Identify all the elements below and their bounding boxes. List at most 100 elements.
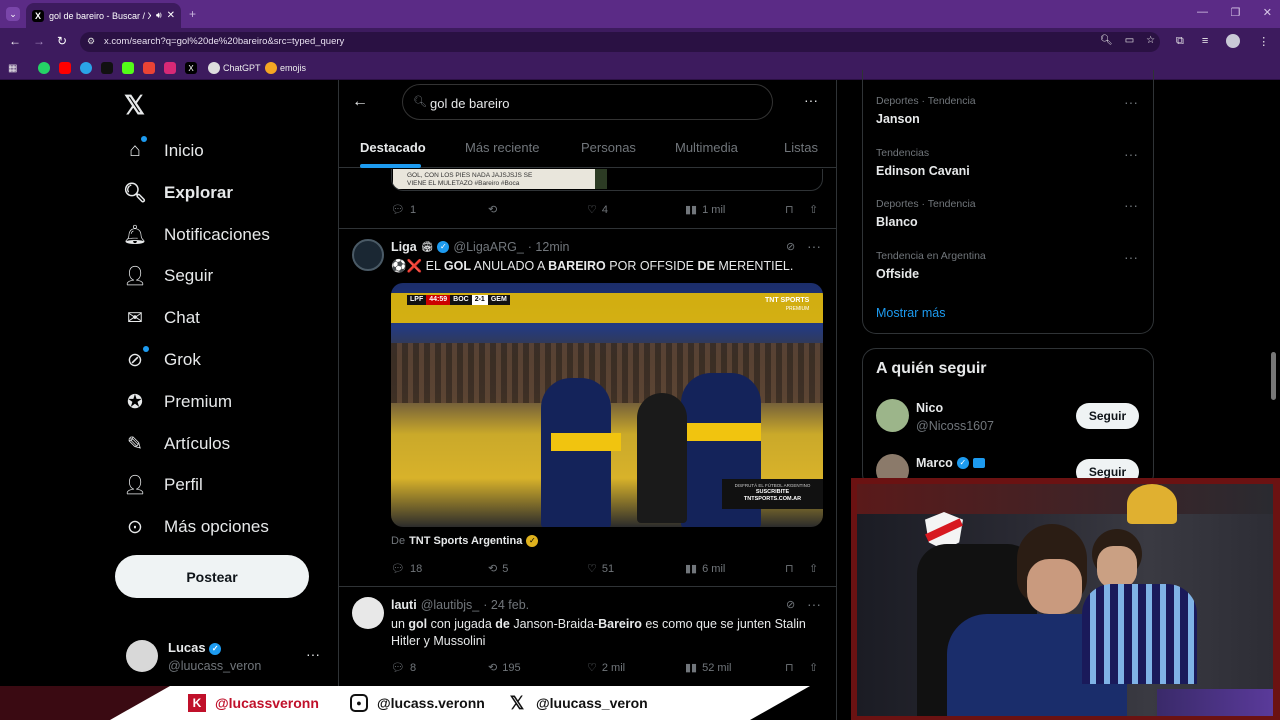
retweet-button[interactable]: ⟲ 5 [488,562,508,576]
cast-icon[interactable]: ▭ [1125,35,1134,46]
browser-tab[interactable]: X gol de bareiro - Buscar / X 🔊︎ ✕ [26,3,181,28]
trend-item[interactable]: Tendencia en Argentina Offside [876,250,986,281]
reading-list-icon[interactable]: ≡ [1202,35,1208,47]
extensions-icon[interactable]: ⧉ [1176,35,1184,48]
bookmark-button[interactable]: ⊓ [785,203,794,216]
tweet-handle[interactable]: @lautibjs_ [421,598,480,612]
post-button[interactable]: Postear [115,555,309,598]
source-link[interactable]: TNT Sports Argentina [409,535,522,547]
tiktok-icon[interactable] [101,62,113,74]
trend-more-icon[interactable]: ··· [1124,94,1138,110]
tweet-author[interactable]: Liga [391,240,417,254]
avatar[interactable] [876,399,909,432]
more-icon[interactable]: ··· [306,646,320,662]
reply-button[interactable]: 💬︎ 8 [391,661,416,675]
audio-icon[interactable]: 🔊︎ [156,10,162,21]
avatar[interactable] [352,239,384,271]
follow-user-name[interactable]: Marco [916,456,953,470]
trend-item[interactable]: Deportes · Tendencia Blanco [876,198,976,229]
forward-icon[interactable]: → [33,34,45,48]
tweet-more-icon[interactable]: ··· [807,238,821,254]
back-icon[interactable]: ← [9,34,21,48]
page-scrollbar[interactable] [1271,352,1276,400]
trend-item[interactable]: Tendencias Edinson Cavani [876,147,970,178]
reply-button[interactable]: 💬︎ 1 [391,203,416,217]
nav-grok[interactable]: ⊘ Grok [124,345,201,375]
browser-menu-icon[interactable]: ⋮ [1258,35,1269,48]
retweet-button[interactable]: ⟲ [488,203,497,216]
back-arrow-icon[interactable]: ← [352,93,368,111]
nav-profile[interactable]: 👤︎ Perfil [123,470,203,500]
bookmark-emojis[interactable]: emojis [265,60,306,76]
nav-more[interactable]: ⊙ Más opciones [124,512,269,542]
reload-icon[interactable]: ↻ [57,34,67,48]
prev-tweet-media[interactable]: GOL, CON LOS PIES NADA JAJSJSJS SE VIENE… [391,169,823,191]
tweet-time[interactable]: · 24 feb. [483,598,529,612]
like-button[interactable]: ♡ 51 [587,562,614,576]
nav-premium[interactable]: ✪ Premium [124,387,232,417]
nav-notifications[interactable]: 🔔︎ Notificaciones [123,220,270,250]
youtube-icon[interactable] [59,62,71,74]
tab-destacado[interactable]: Destacado [360,140,426,155]
trend-more-icon[interactable]: ··· [1124,197,1138,213]
tweet-more-icon[interactable]: ··· [807,596,821,612]
x-bookmark-icon[interactable]: X [185,62,197,74]
follow-user-name[interactable]: Nico [916,401,943,415]
whatsapp-icon[interactable] [38,62,50,74]
minimize-icon[interactable]: — [1197,6,1208,19]
tab-mas-reciente[interactable]: Más reciente [465,140,539,155]
new-tab-icon[interactable]: + [189,7,196,21]
retweet-button[interactable]: ⟲ 195 [488,661,521,675]
tab-listas[interactable]: Listas [784,140,818,155]
tab-multimedia[interactable]: Multimedia [675,140,738,155]
like-button[interactable]: ♡ 4 [587,203,608,217]
nav-articles[interactable]: ✎ Artículos [124,429,230,459]
grok-analyze-icon[interactable]: ⊘ [786,598,795,611]
avatar[interactable] [352,597,384,629]
tab-close-icon[interactable]: ✕ [167,10,175,21]
nav-follow[interactable]: 👤︎ Seguir [123,261,213,291]
share-button[interactable]: ⇧ [809,562,818,575]
trend-item[interactable]: Deportes · Tendencia Janson [876,95,976,126]
nav-chat[interactable]: ✉ Chat [124,303,200,333]
site-info-icon[interactable]: ⚙ [87,36,95,47]
tweet-handle[interactable]: @LigaARG_ [453,240,523,254]
tab-personas[interactable]: Personas [581,140,636,155]
zoom-icon[interactable]: 🔍︎ [1100,35,1113,46]
views-button[interactable]: ▮▮ 1 mil [685,203,725,217]
bookmark-chatgpt[interactable]: ChatGPT [208,60,261,76]
window-close-icon[interactable]: ✕ [1263,6,1272,19]
bookmark-star-icon[interactable]: ☆ [1146,35,1155,46]
bookmark-button[interactable]: ⊓ [785,661,794,674]
tab-search-icon[interactable]: ⌄ [6,7,20,21]
grok-analyze-icon[interactable]: ⊘ [786,240,795,253]
instagram-bookmark-icon[interactable] [164,62,176,74]
trend-more-icon[interactable]: ··· [1124,249,1138,265]
tweet-time[interactable]: · 12min [528,240,570,254]
search-input[interactable]: gol de bareiro [402,84,773,120]
maximize-icon[interactable]: ❐ [1230,6,1240,19]
profile-avatar[interactable] [1226,34,1241,48]
tweet-author[interactable]: lauti [391,598,417,612]
bookmark-button[interactable]: ⊓ [785,562,794,575]
address-bar[interactable]: x.com/search?q=gol%20de%20bareiro&src=ty… [80,32,1160,52]
kick-bookmark-icon[interactable] [122,62,134,74]
apps-icon[interactable]: ▦ [8,60,17,76]
messenger-icon[interactable] [80,62,92,74]
nav-home[interactable]: ⌂ Inicio [124,136,203,166]
x-logo-icon[interactable]: 𝕏 [124,90,145,121]
tweet-video[interactable]: LPF 44:59 BOC 2-1 GEM TNT SPORTS PREMIUM… [391,283,823,527]
trend-more-icon[interactable]: ··· [1124,146,1138,162]
nav-explore[interactable]: 🔍︎ Explorar [123,178,233,208]
views-button[interactable]: ▮▮ 6 mil [685,562,725,576]
share-button[interactable]: ⇧ [809,203,818,216]
show-more-link[interactable]: Mostrar más [876,306,945,320]
follow-button[interactable]: Seguir [1076,403,1139,429]
views-button[interactable]: ▮▮ 52 mil [685,661,731,675]
share-button[interactable]: ⇧ [809,661,818,674]
search-more-icon[interactable]: ··· [804,92,818,108]
account-switcher[interactable]: Lucas ✓ @luucass_veron ··· [124,638,324,678]
gmail-icon[interactable] [143,62,155,74]
reply-button[interactable]: 💬︎ 18 [391,562,422,576]
like-button[interactable]: ♡ 2 mil [587,661,625,675]
